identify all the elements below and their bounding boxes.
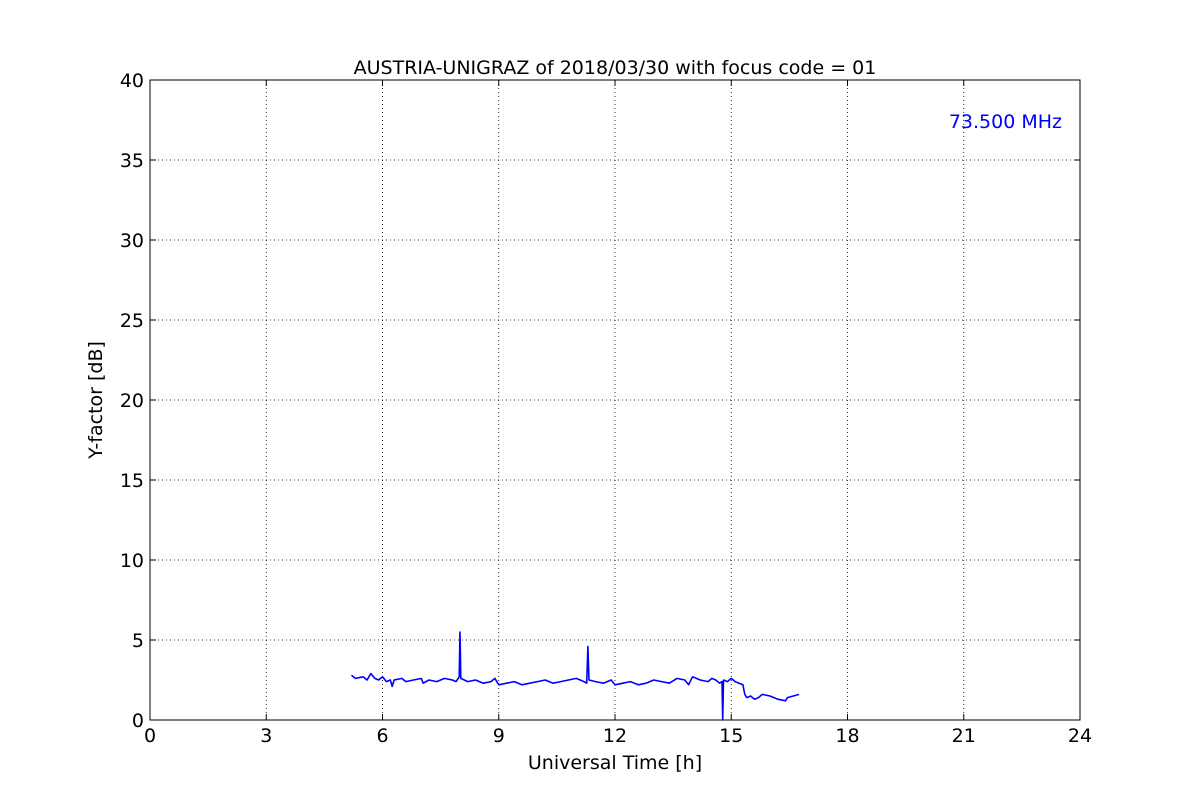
y-tick-label: 10 <box>120 550 144 572</box>
x-tick-label: 9 <box>493 725 505 747</box>
y-tick-label: 40 <box>120 70 144 92</box>
x-tick-label: 3 <box>260 725 272 747</box>
y-tick-label: 5 <box>132 630 144 652</box>
x-tick-label: 24 <box>1068 725 1092 747</box>
y-tick-label: 0 <box>132 710 144 732</box>
y-tick-label: 25 <box>120 310 144 332</box>
x-tick-label: 0 <box>144 725 156 747</box>
frequency-annotation: 73.500 MHz <box>949 111 1062 133</box>
y-tick-label: 20 <box>120 390 144 412</box>
y-axis-label: Y-factor [dB] <box>85 341 107 460</box>
x-tick-label: 6 <box>376 725 388 747</box>
y-tick-label: 30 <box>120 230 144 252</box>
x-tick-label: 15 <box>719 725 743 747</box>
chart-title: AUSTRIA-UNIGRAZ of 2018/03/30 with focus… <box>354 57 877 79</box>
x-axis-label: Universal Time [h] <box>528 752 702 774</box>
y-tick-label: 35 <box>120 150 144 172</box>
x-tick-label: 21 <box>952 725 976 747</box>
x-tick-label: 18 <box>835 725 859 747</box>
chart: 0 3 6 9 12 15 18 21 24 0 5 10 15 20 25 30 35 40 AUSTRIA-U… <box>0 0 1200 800</box>
y-tick-label: 15 <box>120 470 144 492</box>
x-tick-label: 12 <box>603 725 627 747</box>
